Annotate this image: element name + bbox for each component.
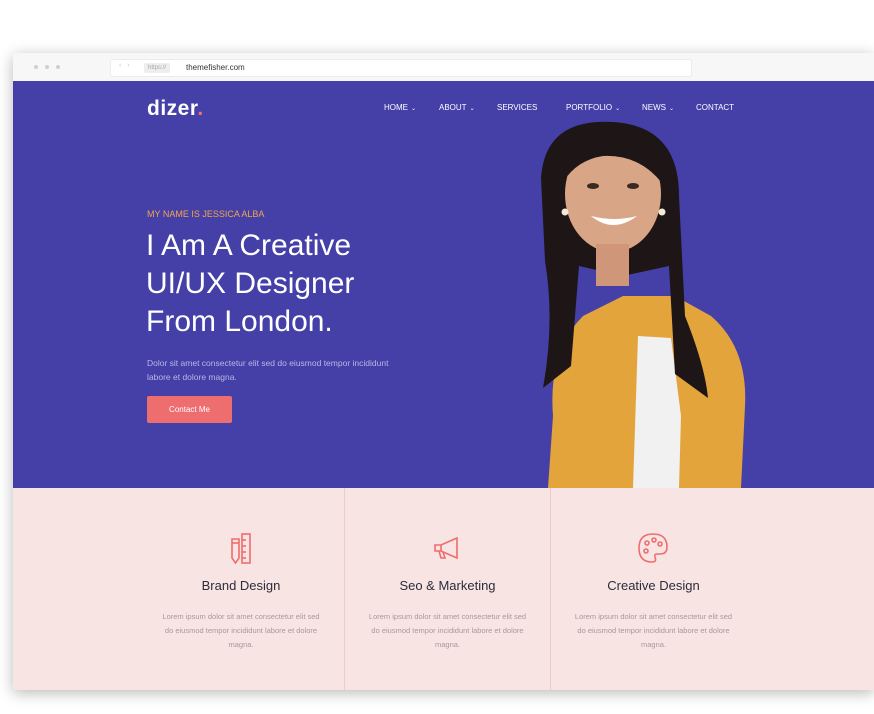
palette-icon: [638, 533, 668, 563]
feature-card-brand-design: Brand Design Lorem ipsum dolor sit amet …: [138, 488, 344, 690]
nav-item-news[interactable]: NEWS ⌄: [642, 103, 674, 112]
feature-card-creative-design: Creative Design Lorem ipsum dolor sit am…: [551, 488, 756, 690]
chevron-down-icon: ⌄: [669, 106, 675, 112]
main-nav: HOME ⌄ ABOUT ⌄ SERVICES PORTFOLIO ⌄ NEWS ⌄ C…: [13, 103, 874, 115]
headline-line: From London.: [146, 305, 333, 338]
window-control-dot[interactable]: [34, 65, 38, 69]
hero-section: dizer. HOME ⌄ ABOUT ⌄ SERVICES PORTFOLIO ⌄ …: [13, 81, 874, 488]
feature-title: Creative Design: [607, 578, 700, 593]
chevron-down-icon: ⌄: [411, 106, 417, 112]
pencil-ruler-icon: [231, 533, 251, 565]
nav-item-about[interactable]: ABOUT ⌄: [439, 103, 475, 112]
contact-me-button[interactable]: Contact Me: [147, 396, 232, 423]
hero-headline: I Am A Creative UI/UX Designer From Lond…: [146, 227, 446, 341]
feature-card-seo-marketing: Seo & Marketing Lorem ipsum dolor sit am…: [345, 488, 550, 690]
browser-toolbar: ‹ › https:// themefisher.com: [13, 53, 874, 82]
headline-line: I Am A Creative: [146, 229, 352, 262]
feature-text: Lorem ipsum dolor sit amet consectetur e…: [574, 612, 733, 649]
url-text[interactable]: themefisher.com: [186, 62, 245, 74]
back-forward-icon[interactable]: ‹ ›: [119, 62, 132, 69]
window-control-dot[interactable]: [45, 65, 49, 69]
browser-window: ‹ › https:// themefisher.com dizer. HOME…: [13, 53, 874, 690]
portrait-image: [541, 121, 746, 488]
chevron-down-icon: ⌄: [469, 106, 475, 112]
url-protocol: https://: [144, 63, 171, 73]
nav-item-portfolio[interactable]: PORTFOLIO ⌄: [566, 103, 620, 112]
nav-item-home[interactable]: HOME ⌄: [384, 103, 416, 112]
feature-text: Lorem ipsum dolor sit amet consectetur e…: [368, 612, 527, 649]
megaphone-icon: [434, 536, 458, 560]
address-bar[interactable]: ‹ › https:// themefisher.com: [110, 59, 692, 77]
hero-subtitle: Dolor sit amet consectetur elit sed do e…: [147, 358, 389, 382]
nav-item-services[interactable]: SERVICES: [497, 103, 537, 112]
nav-item-contact[interactable]: CONTACT: [696, 103, 734, 112]
window-control-dot[interactable]: [56, 65, 60, 69]
feature-title: Seo & Marketing: [399, 578, 496, 593]
chevron-down-icon: ⌄: [615, 106, 621, 112]
hero-eyebrow: MY NAME IS JESSICA ALBA: [147, 209, 265, 219]
features-section: Brand Design Lorem ipsum dolor sit amet …: [13, 488, 874, 690]
headline-line: UI/UX Designer: [146, 267, 355, 300]
feature-title: Brand Design: [201, 578, 281, 593]
feature-text: Lorem ipsum dolor sit amet consectetur e…: [162, 612, 320, 649]
